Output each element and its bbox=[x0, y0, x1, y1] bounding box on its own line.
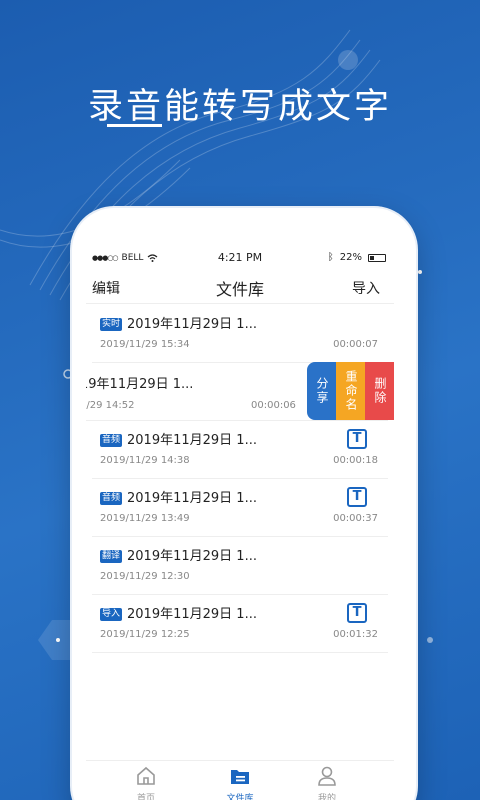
file-date: 2019/11/29 14:38 bbox=[100, 455, 190, 466]
file-duration: 00:01:32 bbox=[333, 629, 378, 640]
phone-screen: ●●●○○ BELL 4:21 PM ᛒ 22% 编辑 文件库 导入 实时 20… bbox=[86, 248, 394, 800]
delete-button[interactable]: 删除 bbox=[365, 362, 394, 420]
file-date: 2019/11/29 12:30 bbox=[100, 571, 190, 582]
headline-underline bbox=[107, 124, 162, 127]
file-date: 2019/11/29 12:25 bbox=[100, 629, 190, 640]
type-tag: 音频 bbox=[100, 492, 123, 505]
file-title: 2019年11月29日 1... bbox=[127, 491, 257, 506]
bluetooth-icon: ᛒ bbox=[327, 252, 334, 263]
file-row[interactable]: 导入 2019年11月29日 1... T 2019/11/29 12:25 0… bbox=[92, 595, 388, 653]
rename-button[interactable]: 重命名 bbox=[336, 362, 365, 420]
tab-home[interactable]: 首页 bbox=[116, 761, 176, 800]
battery-percent: 22% bbox=[339, 252, 362, 263]
file-title: 2019年11月29日 1... bbox=[127, 607, 257, 622]
transcribe-text-icon[interactable]: T bbox=[347, 429, 367, 449]
tab-label: 首页 bbox=[136, 794, 155, 800]
file-title: 2019年11月29日 1... bbox=[127, 549, 257, 564]
type-tag: 翻译 bbox=[100, 550, 123, 563]
tab-library[interactable]: 文件库 bbox=[210, 761, 270, 800]
file-duration: 00:00:06 bbox=[251, 400, 296, 411]
file-duration: 00:00:37 bbox=[333, 513, 378, 524]
folder-icon bbox=[231, 770, 249, 784]
nav-bar: 编辑 文件库 导入 bbox=[86, 270, 394, 304]
file-duration: 00:00:07 bbox=[333, 339, 378, 350]
file-title: 19年11月29日 1... bbox=[86, 377, 194, 392]
home-icon bbox=[137, 766, 155, 785]
import-button[interactable]: 导入 bbox=[352, 278, 380, 298]
file-row[interactable]: 音频 2019年11月29日 1... T 2019/11/29 14:38 0… bbox=[92, 421, 388, 479]
file-row[interactable]: 翻译 2019年11月29日 1... 2019/11/29 12:30 bbox=[92, 537, 388, 595]
battery-icon bbox=[368, 253, 386, 262]
status-bar: ●●●○○ BELL 4:21 PM ᛒ 22% bbox=[86, 248, 394, 270]
file-date: 2019/11/29 15:34 bbox=[100, 339, 190, 350]
file-date: 2019/11/29 13:49 bbox=[100, 513, 190, 524]
type-tag: 实时 bbox=[100, 318, 123, 331]
type-tag: 音频 bbox=[100, 434, 123, 447]
share-button[interactable]: 分享 bbox=[307, 362, 336, 420]
user-icon bbox=[318, 766, 336, 786]
file-title: 2019年11月29日 1... bbox=[127, 317, 257, 332]
headline: 录音能转写成文字 bbox=[87, 87, 392, 127]
transcribe-text-icon[interactable]: T bbox=[347, 603, 367, 623]
transcribe-text-icon[interactable]: T bbox=[347, 487, 367, 507]
file-duration: 00:00:18 bbox=[333, 455, 378, 466]
tab-mine[interactable]: 我的 bbox=[297, 761, 357, 800]
swipe-actions: 分享 重命名 删除 bbox=[307, 362, 394, 420]
file-title: 2019年11月29日 1... bbox=[127, 433, 257, 448]
page-title: 文件库 bbox=[215, 280, 264, 299]
tab-label: 文件库 bbox=[226, 794, 254, 800]
tab-label: 我的 bbox=[317, 794, 336, 800]
file-date: 1/29 14:52 bbox=[86, 400, 135, 411]
tab-bar: 首页 文件库 我的 bbox=[86, 760, 394, 800]
file-row[interactable]: 实时 2019年11月29日 1... 2019/11/29 15:34 00:… bbox=[92, 305, 388, 363]
type-tag: 导入 bbox=[100, 608, 123, 621]
file-row[interactable]: 音频 2019年11月29日 1... T 2019/11/29 13:49 0… bbox=[92, 479, 388, 537]
